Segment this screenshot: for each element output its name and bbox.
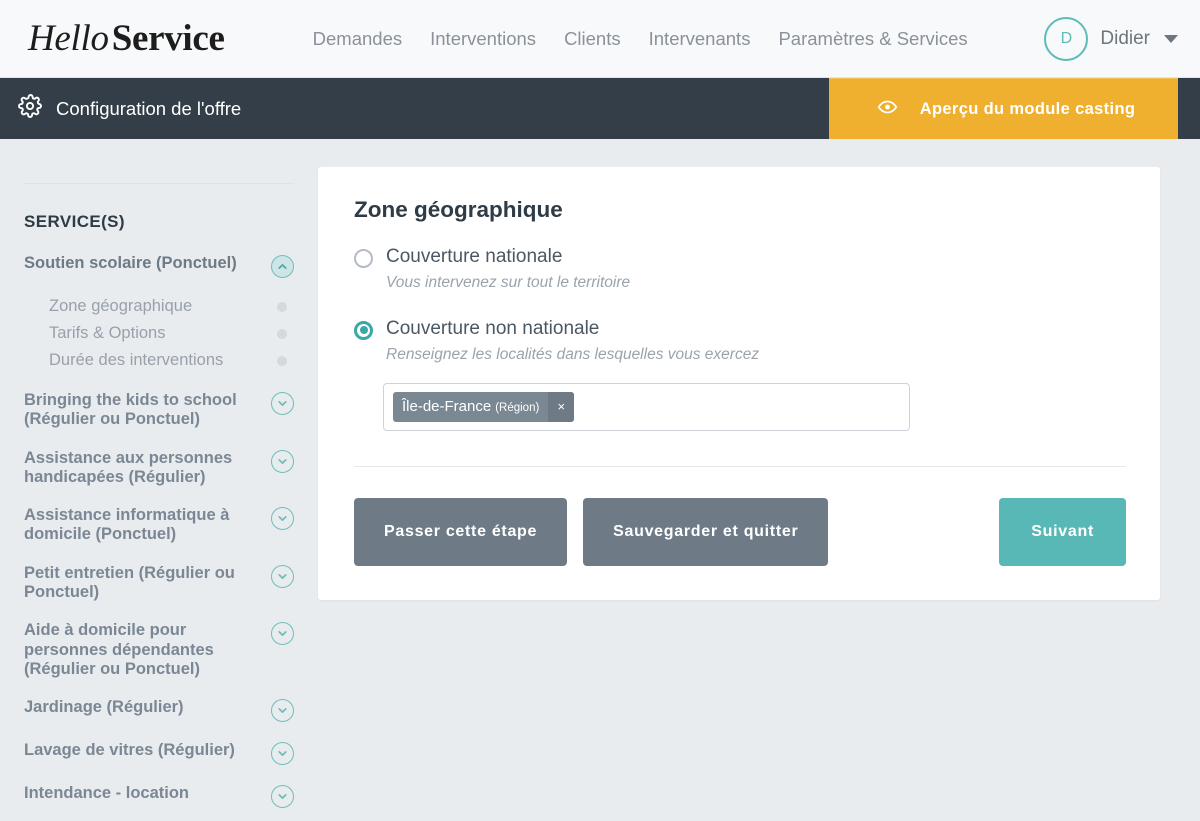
option-texts: Couverture non nationale Renseignez les …	[386, 317, 759, 364]
sidebar-item-label: Jardinage (Régulier)	[24, 698, 184, 717]
option-couverture-nationale[interactable]: Couverture nationale Vous intervenez sur…	[354, 245, 1126, 292]
eye-icon	[872, 97, 903, 122]
chevron-down-icon[interactable]	[271, 622, 294, 646]
chevron-down-icon[interactable]	[271, 449, 294, 473]
user-menu[interactable]: D Didier	[1044, 16, 1178, 61]
card-actions: Passer cette étape Sauvegarder et quitte…	[354, 497, 1126, 566]
option-hint: Renseignez les localités dans lesquelles…	[386, 345, 760, 363]
configuration-bar: Configuration de l'offre Aperçu du modul…	[0, 78, 1200, 139]
nav-item-demandes[interactable]: Demandes	[313, 28, 402, 50]
brand-logo-second: Service	[111, 18, 225, 59]
preview-casting-module-button[interactable]: Aperçu du module casting	[829, 78, 1178, 139]
nav-item-interventions[interactable]: Interventions	[430, 28, 536, 50]
option-label: Couverture nationale	[386, 246, 563, 267]
sidebar-item-label: Soutien scolaire (Ponctuel)	[24, 254, 237, 272]
chevron-down-icon[interactable]	[271, 785, 294, 809]
gear-icon	[18, 94, 42, 123]
avatar: D	[1044, 16, 1089, 61]
user-name: Didier	[1100, 27, 1150, 49]
option-texts: Couverture nationale Vous intervenez sur…	[386, 245, 630, 292]
locality-tag-input[interactable]: Île-de-France (Région) ×	[383, 382, 910, 431]
radio-couverture-non-nationale[interactable]	[354, 320, 373, 340]
sidebar-item-label: Assistance informatique à domicile (Ponc…	[24, 506, 230, 544]
sidebar-item-label: Lavage de vitres (Régulier)	[24, 741, 235, 760]
sidebar-item-petit-entretien[interactable]: Petit entretien (Régulier ou Ponctuel)	[24, 564, 294, 603]
sidebar-item-intendance-location[interactable]: Intendance - location	[24, 784, 294, 809]
save-and-quit-button[interactable]: Sauvegarder et quitter	[583, 497, 829, 566]
sidebar-item-label: Aide à domicile pour personnes dépendant…	[24, 621, 214, 678]
close-icon[interactable]: ×	[548, 391, 575, 422]
chevron-down-icon	[1164, 34, 1178, 43]
avatar-initial: D	[1060, 29, 1073, 47]
sidebar-item-jardinage[interactable]: Jardinage (Régulier)	[24, 698, 294, 723]
zone-geographique-card: Zone géographique Couverture nationale V…	[318, 167, 1160, 600]
option-couverture-non-nationale[interactable]: Couverture non nationale Renseignez les …	[354, 317, 1126, 364]
locality-tag-text: Île-de-France (Région)	[393, 392, 548, 422]
sidebar-item-aide-domicile-personnes-dependantes[interactable]: Aide à domicile pour personnes dépendant…	[24, 621, 294, 679]
chevron-up-icon[interactable]	[271, 255, 294, 278]
status-dot-icon	[277, 355, 287, 366]
sidebar-subitem-label: Tarifs & Options	[49, 324, 166, 342]
page-body: SERVICE(S) Soutien scolaire (Ponctuel) Z…	[0, 139, 1200, 821]
configuration-bar-left: Configuration de l'offre	[0, 78, 829, 139]
brand-logo-first: Hello	[28, 18, 109, 59]
sidebar-item-label: Bringing the kids to school (Régulier ou…	[24, 391, 237, 429]
chevron-down-icon[interactable]	[271, 699, 294, 723]
radio-couverture-nationale[interactable]	[354, 249, 373, 268]
nav-item-clients[interactable]: Clients	[564, 28, 621, 50]
brand-logo[interactable]: HelloService	[28, 17, 225, 60]
option-hint: Vous intervenez sur tout le territoire	[386, 273, 631, 291]
chevron-down-icon[interactable]	[271, 742, 294, 766]
sidebar-heading: SERVICE(S)	[24, 212, 125, 231]
sidebar-subitem-duree-interventions[interactable]: Durée des interventions	[24, 347, 294, 374]
sidebar-item-assistance-informatique[interactable]: Assistance informatique à domicile (Ponc…	[24, 506, 294, 545]
main-content: Zone géographique Couverture nationale V…	[318, 139, 1200, 600]
sidebar-item-assistance-personnes-handicapees[interactable]: Assistance aux personnes handicapées (Ré…	[24, 449, 294, 488]
sidebar-subitem-tarifs-options[interactable]: Tarifs & Options	[24, 320, 294, 347]
sidebar-subitem-label: Durée des interventions	[49, 351, 224, 369]
locality-tag-name: Île-de-France	[402, 397, 492, 415]
sidebar-item-label: Assistance aux personnes handicapées (Ré…	[24, 448, 233, 486]
chevron-down-icon[interactable]	[271, 564, 294, 588]
sidebar-item-lavage-de-vitres[interactable]: Lavage de vitres (Régulier)	[24, 741, 294, 766]
sidebar-subitem-label: Zone géographique	[49, 297, 193, 315]
top-navigation-bar: HelloService Demandes Interventions Clie…	[0, 0, 1200, 78]
sidebar-item-label: Petit entretien (Régulier ou Ponctuel)	[24, 563, 235, 602]
locality-tag-kind: (Région)	[495, 401, 540, 414]
configuration-title: Configuration de l'offre	[56, 97, 242, 119]
sidebar-top-divider	[24, 183, 294, 184]
nav-item-intervenants[interactable]: Intervenants	[649, 28, 751, 50]
sidebar-subitem-zone-geographique[interactable]: Zone géographique	[24, 293, 294, 320]
chevron-down-icon[interactable]	[271, 507, 294, 531]
preview-casting-module-label: Aperçu du module casting	[919, 99, 1136, 118]
services-sidebar: SERVICE(S) Soutien scolaire (Ponctuel) Z…	[0, 139, 318, 821]
chevron-down-icon[interactable]	[271, 392, 294, 415]
next-button[interactable]: Suivant	[999, 497, 1126, 566]
main-nav: Demandes Interventions Clients Intervena…	[313, 28, 968, 50]
option-label: Couverture non nationale	[386, 317, 600, 339]
skip-step-button[interactable]: Passer cette étape	[354, 497, 568, 566]
card-divider	[354, 465, 1126, 467]
sidebar-item-bringing-kids-to-school[interactable]: Bringing the kids to school (Régulier ou…	[24, 391, 294, 430]
nav-item-parametres-services[interactable]: Paramètres & Services	[778, 28, 967, 50]
sidebar-item-soutien-scolaire[interactable]: Soutien scolaire (Ponctuel)	[24, 254, 294, 278]
sidebar-item-label: Intendance - location	[24, 784, 190, 803]
locality-tag: Île-de-France (Région) ×	[393, 391, 575, 422]
sidebar-subitems: Zone géographique Tarifs & Options Durée…	[24, 293, 294, 374]
status-dot-icon	[277, 301, 287, 312]
status-dot-icon	[277, 328, 287, 339]
page-title: Zone géographique	[354, 197, 563, 222]
